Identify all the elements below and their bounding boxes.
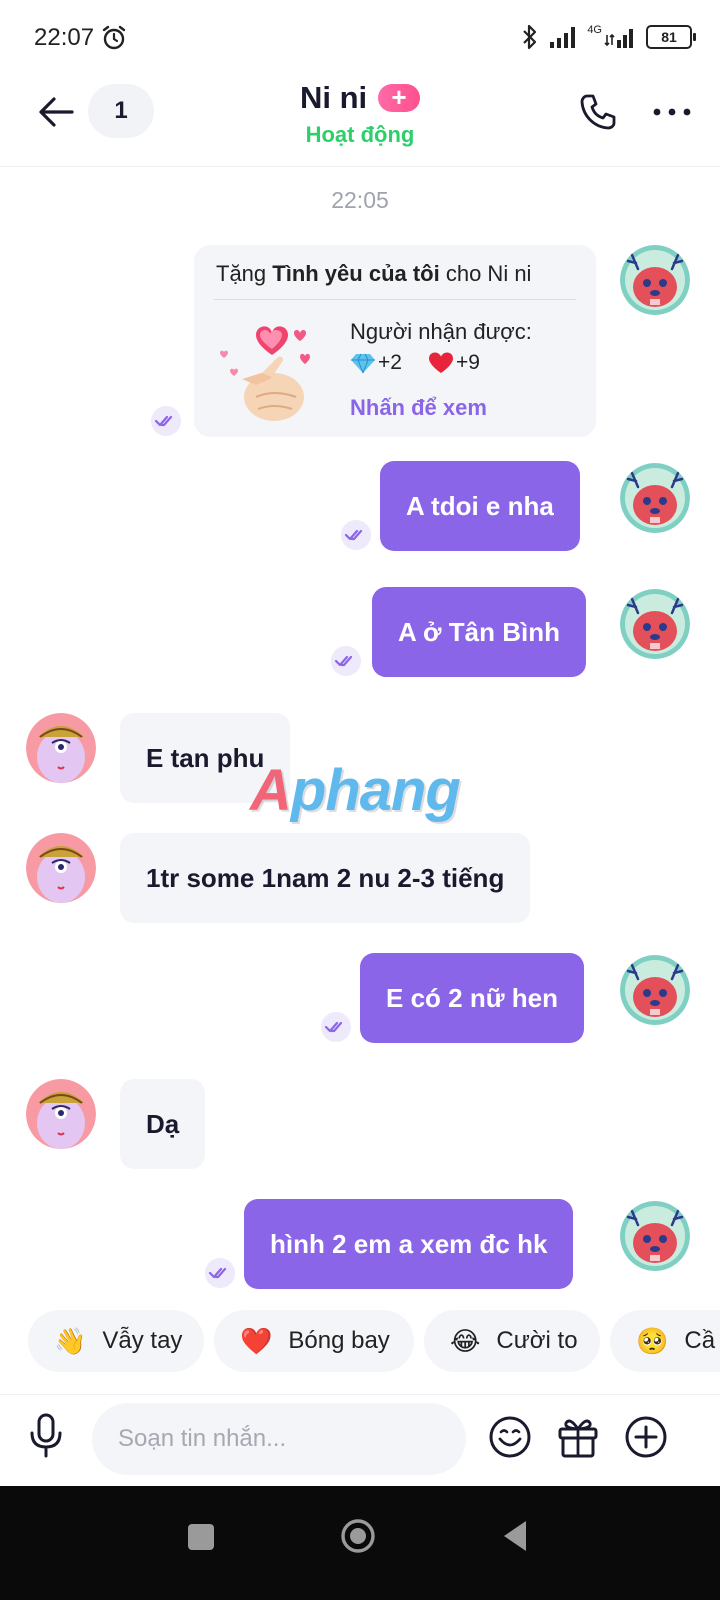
reaction-chip-plead[interactable]: 🥺 Cầ — [610, 1310, 720, 1372]
battery-level: 81 — [661, 29, 677, 45]
gift-rewards: +2 +9 — [350, 351, 480, 375]
read-receipt-icon — [151, 406, 181, 436]
outgoing-message[interactable]: A tdoi e nha — [380, 461, 580, 551]
bluetooth-icon — [523, 24, 537, 50]
recent-apps-button[interactable] — [188, 1524, 214, 1550]
emoji-icon[interactable] — [488, 1415, 532, 1459]
heart-icon — [428, 352, 453, 373]
read-receipt-icon — [331, 646, 361, 676]
alarm-icon — [102, 25, 126, 50]
outgoing-message[interactable]: E có 2 nữ hen — [360, 953, 584, 1043]
gift-divider — [214, 299, 576, 300]
red-heart-icon: ❤️ — [240, 1325, 273, 1356]
read-receipt-icon — [341, 520, 371, 550]
contact-avatar[interactable] — [26, 833, 96, 903]
quick-reactions-bar[interactable]: 👋 Vẫy tay ❤️ Bóng bay 😂 Cười to 🥺 Cầ — [0, 1306, 720, 1378]
signal-4g-icon — [604, 29, 633, 48]
system-navigation-bar — [0, 1486, 720, 1600]
signal-icon — [550, 27, 576, 48]
chat-header: 1 Ni ni + Hoạt động — [0, 74, 720, 167]
diamond-reward: +2 — [350, 351, 402, 375]
reaction-chip-wave[interactable]: 👋 Vẫy tay — [28, 1310, 204, 1372]
reaction-label: Bóng bay — [288, 1327, 390, 1354]
reaction-chip-balloon[interactable]: ❤️ Bóng bay — [214, 1310, 414, 1372]
battery-indicator: 81 — [646, 25, 696, 49]
outgoing-message[interactable]: hình 2 em a xem đc hk — [244, 1199, 574, 1289]
gift-title: Tặng Tình yêu của tôi cho Ni ni — [216, 261, 532, 286]
heart-reward: +9 — [428, 351, 480, 375]
reaction-label: Cầ — [684, 1327, 716, 1354]
add-attachment-icon[interactable] — [624, 1415, 668, 1459]
gift-name: Tình yêu của tôi — [272, 261, 440, 286]
incoming-message[interactable]: Dạ — [120, 1079, 206, 1169]
message-composer — [0, 1394, 720, 1487]
status-time: 22:07 — [34, 24, 95, 51]
laughing-face-icon: 😂 — [450, 1325, 481, 1356]
read-receipt-icon — [321, 1012, 351, 1042]
message-list[interactable]: 22:05 Tặng Tình yêu của tôi cho Ni ni Ng… — [0, 167, 720, 1307]
contact-avatar[interactable] — [26, 713, 96, 783]
contact-name[interactable]: Ni ni — [300, 80, 367, 116]
phone-call-icon[interactable] — [578, 92, 618, 132]
gift-received-label: Người nhận được: — [350, 319, 532, 344]
back-button[interactable] — [500, 1518, 530, 1554]
status-icons: 4G 81 — [519, 22, 696, 52]
gift-message-card[interactable]: Tặng Tình yêu của tôi cho Ni ni Người nh… — [194, 245, 596, 437]
more-options-icon[interactable] — [650, 92, 694, 132]
incoming-message[interactable]: 1tr some 1nam 2 nu 2-3 tiếng — [120, 833, 531, 923]
status-bar: 22:07 4G 81 — [0, 0, 720, 74]
network-type: 4G — [587, 24, 602, 36]
watermark-logo: Aphang — [250, 758, 461, 823]
microphone-icon[interactable] — [26, 1413, 66, 1459]
diamond-icon — [351, 353, 375, 374]
contact-avatar[interactable] — [26, 1079, 96, 1149]
waving-hand-icon: 👋 — [54, 1325, 87, 1356]
my-avatar[interactable] — [620, 245, 690, 315]
home-button[interactable] — [340, 1518, 376, 1554]
reaction-chip-laugh[interactable]: 😂 Cười to — [424, 1310, 600, 1372]
gift-view-link[interactable]: Nhấn để xem — [350, 395, 487, 421]
heart-gesture-gift-image — [220, 326, 310, 421]
pleading-face-icon: 🥺 — [636, 1325, 669, 1356]
gift-icon[interactable] — [556, 1415, 600, 1459]
reaction-label: Cười to — [496, 1327, 578, 1354]
add-friend-badge[interactable]: + — [378, 84, 420, 112]
message-timestamp: 22:05 — [331, 187, 389, 213]
my-avatar[interactable] — [620, 955, 690, 1025]
my-avatar[interactable] — [620, 589, 690, 659]
read-receipt-icon — [205, 1258, 235, 1288]
my-avatar[interactable] — [620, 463, 690, 533]
message-input[interactable] — [92, 1403, 466, 1475]
outgoing-message[interactable]: A ở Tân Bình — [372, 587, 586, 677]
my-avatar[interactable] — [620, 1201, 690, 1271]
reaction-label: Vẫy tay — [102, 1327, 183, 1354]
